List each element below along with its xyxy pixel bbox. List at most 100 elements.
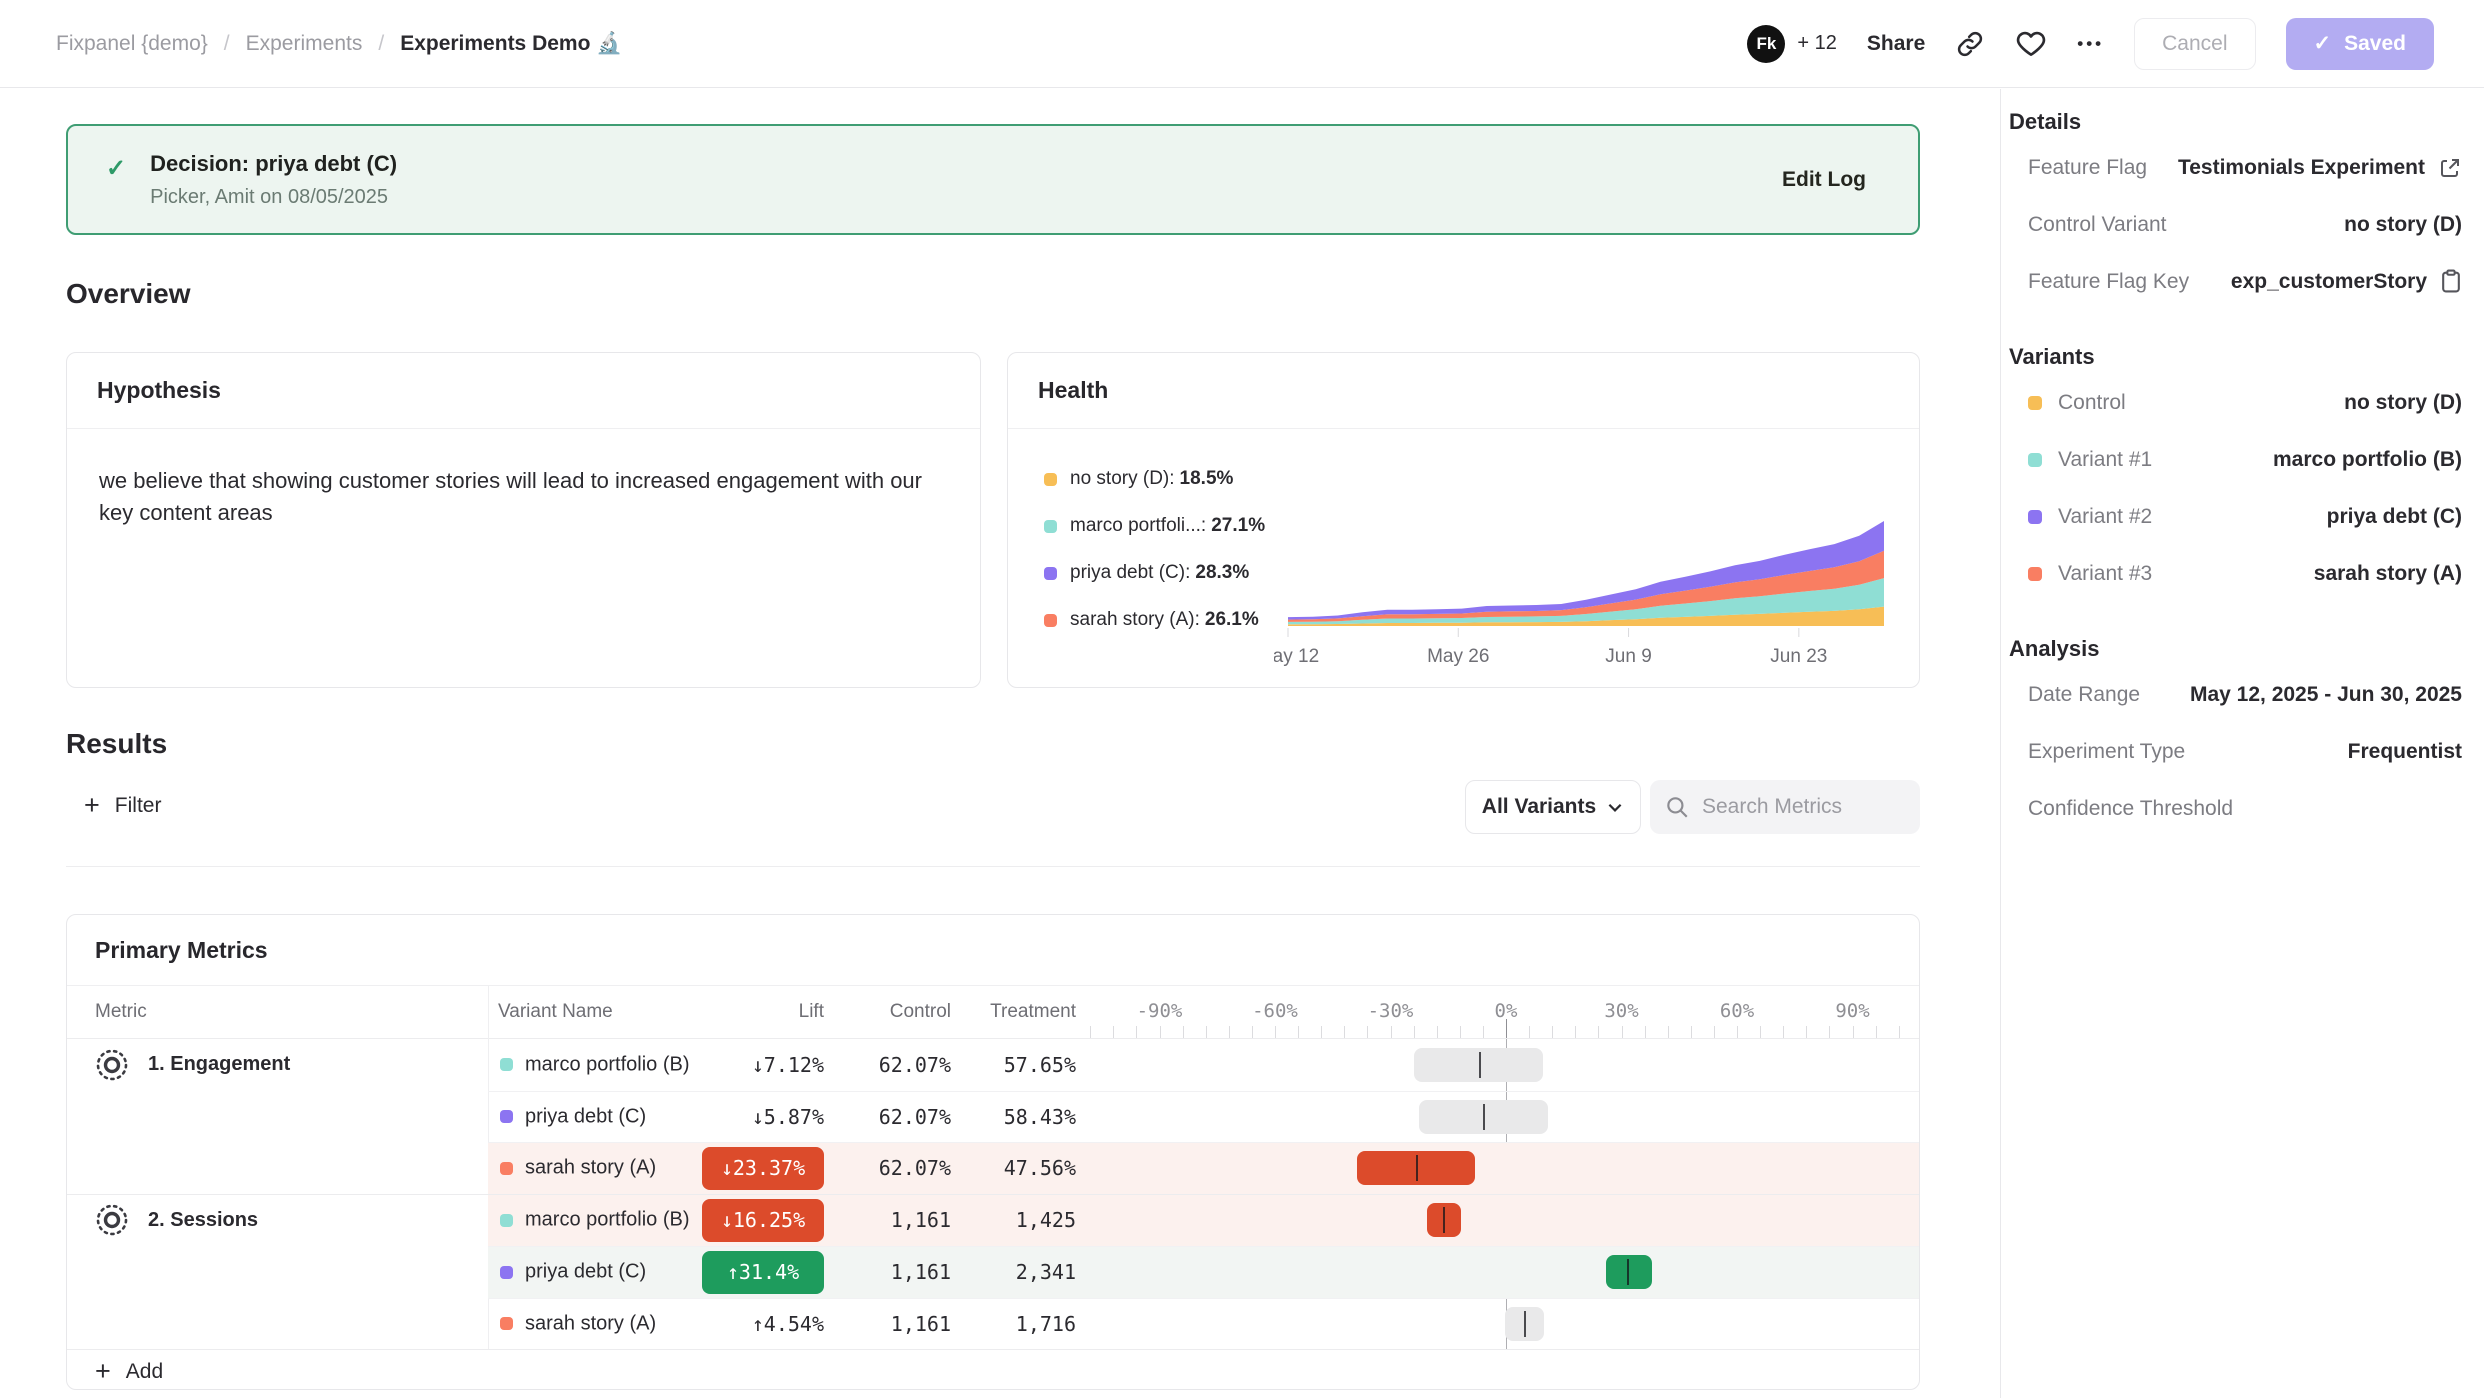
variant-name: sarah story (A) xyxy=(525,1312,656,1335)
sidebar-variants-title: Variants xyxy=(2009,340,2462,374)
sidebar-analysis-title: Analysis xyxy=(2009,632,2462,666)
axis-minor-tick xyxy=(1391,1026,1392,1038)
control-value: 1,161 xyxy=(828,1260,951,1284)
table-row[interactable]: marco portfolio (B)↓16.25%1,1611,425 xyxy=(488,1195,1919,1247)
health-x-label: Jun 9 xyxy=(1605,646,1651,667)
sidebar-row-label: Date Range xyxy=(2028,683,2140,707)
estimate-tick xyxy=(1416,1155,1418,1181)
metric-group: 2. Sessions marco portfolio (B)↓16.25%1,1… xyxy=(67,1194,1919,1350)
sidebar-row[interactable]: Feature Flag Testimonials Experiment xyxy=(2028,139,2462,196)
cancel-button[interactable]: Cancel xyxy=(2134,18,2255,70)
details-rows: Feature Flag Testimonials Experiment Contr… xyxy=(2028,139,2462,310)
variant-filter-dropdown[interactable]: All Variants xyxy=(1465,780,1641,834)
axis-minor-tick xyxy=(1136,1026,1137,1038)
treatment-value: 57.65% xyxy=(958,1053,1076,1077)
health-exposure-chart: May 12May 26Jun 9Jun 23 xyxy=(1274,501,1906,677)
collaborator-stack[interactable]: Fk + 12 xyxy=(1747,25,1836,63)
breadcrumb: Fixpanel {demo} / Experiments / Experime… xyxy=(56,32,622,56)
sidebar-row-value: marco portfolio (B) xyxy=(2273,448,2462,472)
search-metrics-input[interactable] xyxy=(1700,794,1904,820)
control-value: 62.07% xyxy=(828,1156,951,1180)
sidebar-row: Experiment Type Frequentist xyxy=(2028,723,2462,780)
axis-minor-tick xyxy=(1275,1026,1276,1038)
breadcrumb-experiments[interactable]: Experiments xyxy=(246,32,363,56)
top-bar: Fixpanel {demo} / Experiments / Experime… xyxy=(0,0,2484,88)
legend-value: 27.1% xyxy=(1211,515,1265,537)
axis-minor-tick xyxy=(1598,1026,1599,1038)
external-link-icon[interactable] xyxy=(2438,156,2462,180)
health-legend-item: sarah story (A):26.1% xyxy=(1044,606,1265,634)
more-options-icon[interactable]: ••• xyxy=(2077,34,2104,54)
legend-label: no story (D): xyxy=(1070,468,1175,490)
sidebar-row: Confidence Threshold xyxy=(2028,780,2462,837)
axis-minor-tick xyxy=(1760,1026,1761,1038)
sidebar-row-value: Frequentist xyxy=(2348,740,2462,764)
add-metric-button[interactable]: + Add xyxy=(67,1349,1919,1390)
sidebar-row-label: Variant #1 xyxy=(2028,448,2152,472)
sidebar-row: Control Variantno story (D) xyxy=(2028,196,2462,253)
favorite-heart-icon[interactable] xyxy=(2015,28,2047,60)
metric-cell[interactable]: 2. Sessions xyxy=(67,1195,488,1247)
add-filter-button[interactable]: + Filter xyxy=(84,792,161,819)
variant-color-dot xyxy=(500,1110,513,1123)
search-metrics-box[interactable] xyxy=(1650,780,1920,834)
hypothesis-title: Hypothesis xyxy=(67,353,980,429)
axis-minor-tick xyxy=(1113,1026,1114,1038)
metric-name: 2. Sessions xyxy=(148,1209,258,1232)
sidebar-row-value: May 12, 2025 - Jun 30, 2025 xyxy=(2190,683,2462,707)
legend-label: priya debt (C): xyxy=(1070,562,1190,584)
axis-minor-tick xyxy=(1645,1026,1646,1038)
lift-badge: ↑31.4% xyxy=(702,1251,824,1294)
variant-swatch-icon xyxy=(2028,453,2042,467)
treatment-value: 1,716 xyxy=(958,1312,1076,1336)
primary-metrics-card: Primary Metrics Metric Variant Name Lift… xyxy=(66,914,1920,1390)
share-button[interactable]: Share xyxy=(1867,32,1925,56)
axis-minor-tick xyxy=(1344,1026,1345,1038)
breadcrumb-project[interactable]: Fixpanel {demo} xyxy=(56,32,208,56)
sidebar-row-value[interactable]: Testimonials Experiment xyxy=(2178,156,2462,180)
metric-cell[interactable]: 1. Engagement xyxy=(67,1039,488,1091)
legend-swatch-icon xyxy=(1044,520,1057,533)
search-icon xyxy=(1664,794,1690,820)
section-divider xyxy=(66,866,1920,867)
details-sidebar: Details Feature FlagTestimonials Experim… xyxy=(2000,89,2484,1398)
estimate-tick xyxy=(1524,1311,1526,1337)
table-row[interactable]: marco portfolio (B)↓7.12%62.07%57.65% xyxy=(488,1039,1919,1091)
lift-value: ↑4.54% xyxy=(668,1312,824,1336)
table-row[interactable]: priya debt (C)↓5.87%62.07%58.43% xyxy=(488,1091,1919,1143)
legend-label: marco portfoli...: xyxy=(1070,515,1206,537)
control-value: 62.07% xyxy=(828,1105,951,1129)
axis-minor-tick xyxy=(1298,1026,1299,1038)
axis-minor-tick xyxy=(1552,1026,1553,1038)
control-value: 1,161 xyxy=(828,1312,951,1336)
axis-minor-tick xyxy=(1829,1026,1830,1038)
breadcrumb-current: Experiments Demo 🔬 xyxy=(400,32,622,56)
check-icon: ✓ xyxy=(2314,31,2332,56)
primary-metrics-title: Primary Metrics xyxy=(67,915,1919,986)
saved-button[interactable]: ✓ Saved xyxy=(2286,18,2434,70)
axis-minor-tick xyxy=(1575,1026,1576,1038)
edit-log-button[interactable]: Edit Log xyxy=(1782,168,1866,192)
axis-tick-label: 90% xyxy=(1808,1000,1898,1022)
sidebar-row-label: Feature Flag xyxy=(2028,156,2147,180)
sidebar-row-value[interactable]: exp_customerStory xyxy=(2231,269,2462,294)
table-row[interactable]: sarah story (A)↓23.37%62.07%47.56% xyxy=(488,1142,1919,1194)
legend-value: 28.3% xyxy=(1195,562,1249,584)
avatar[interactable]: Fk xyxy=(1747,25,1785,63)
sidebar-row-label: Control xyxy=(2028,391,2126,415)
variant-color-dot xyxy=(500,1266,513,1279)
control-value: 62.07% xyxy=(828,1053,951,1077)
table-row[interactable]: sarah story (A) ↑4.54%1,161 1,716 xyxy=(488,1298,1919,1350)
copy-link-icon[interactable] xyxy=(1955,29,1985,59)
legend-label: sarah story (A): xyxy=(1070,609,1200,631)
sidebar-row-label: Experiment Type xyxy=(2028,740,2185,764)
sidebar-row-label: Feature Flag Key xyxy=(2028,270,2189,294)
variant-swatch-icon xyxy=(2028,396,2042,410)
sidebar-row[interactable]: Feature Flag Key exp_customerStory xyxy=(2028,253,2462,310)
axis-minor-tick xyxy=(1853,1026,1854,1038)
axis-minor-tick xyxy=(1206,1026,1207,1038)
table-row[interactable]: priya debt (C)↑31.4%1,1612,341 xyxy=(488,1246,1919,1298)
health-legend-item: priya debt (C):28.3% xyxy=(1044,559,1265,587)
clipboard-copy-icon[interactable] xyxy=(2440,269,2462,294)
legend-value: 26.1% xyxy=(1205,609,1259,631)
